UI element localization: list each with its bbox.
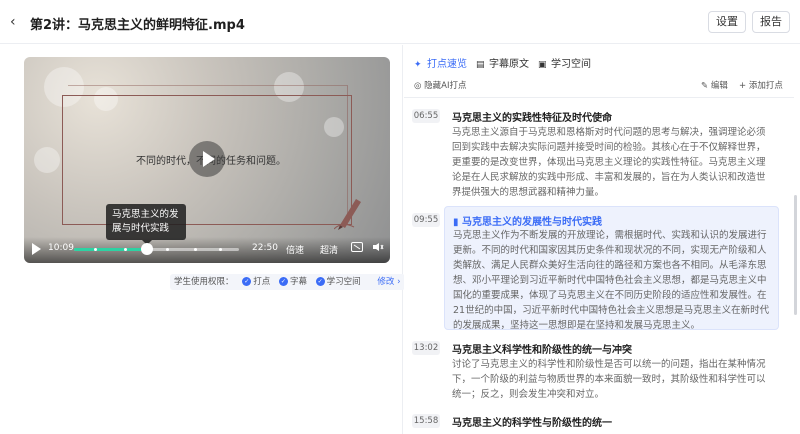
play-small-icon[interactable] bbox=[32, 243, 41, 255]
highlight-item[interactable]: 马克思主义的实践性特征及时代使命 马克思主义源自于马克思和恩格斯对时代问题的思考… bbox=[444, 109, 779, 198]
quality-button[interactable]: 超清 bbox=[320, 243, 338, 256]
highlight-title: 马克思主义科学性和阶级性的统一与冲突 bbox=[452, 345, 632, 356]
video-bokeh bbox=[34, 147, 60, 173]
chapter-tooltip: 马克思主义的发展与时代实践 bbox=[106, 204, 186, 245]
tab-label: 打点速览 bbox=[427, 59, 467, 70]
modify-label: 修改 bbox=[377, 277, 395, 287]
action-bar: ◎ 隐藏AI打点 ✎ 编辑 + 添加打点 bbox=[404, 75, 800, 93]
duration: 22:50 bbox=[252, 243, 278, 253]
settings-button[interactable]: 设置 bbox=[708, 11, 746, 33]
speed-button[interactable]: 倍速 bbox=[286, 243, 304, 256]
tab-study-space[interactable]: ▣ 学习空间 bbox=[538, 55, 591, 70]
play-icon[interactable] bbox=[189, 141, 225, 177]
highlight-item[interactable]: 马克思主义科学性和阶级性的统一与冲突 讨论了马克思主义的科学性和阶级性是否可以统… bbox=[444, 341, 779, 401]
tab-subtitles[interactable]: ▤ 字幕原文 bbox=[476, 55, 529, 70]
progress-track[interactable] bbox=[74, 243, 239, 255]
divider bbox=[404, 97, 794, 98]
scrollbar[interactable] bbox=[794, 195, 797, 315]
chapter-marker[interactable] bbox=[219, 248, 222, 251]
chapter-marker[interactable] bbox=[94, 248, 97, 251]
audio-bars-icon: ▮ bbox=[453, 217, 459, 228]
book-icon: ▣ bbox=[538, 60, 547, 70]
video-controls: 10:09 22:50 倍速 超清 bbox=[24, 237, 390, 263]
permission-label: 学习空间 bbox=[326, 277, 361, 287]
volume-icon[interactable] bbox=[372, 242, 386, 254]
subtitle-toggle-icon[interactable] bbox=[351, 242, 365, 254]
check-icon: ✓ bbox=[278, 277, 288, 286]
tab-highlights[interactable]: ✦ 打点速览 bbox=[414, 55, 467, 70]
student-permissions-bar: 学生使用权限： ✓ 打点 ✓ 字幕 ✓ 学习空间 修改 › bbox=[170, 274, 405, 290]
report-button[interactable]: 报告 bbox=[752, 11, 790, 33]
permission-item: ✓ 打点 bbox=[242, 274, 270, 290]
highlight-body: 马克思主义作为不断发展的开放理论，需根据时代、实践和认识的发展进行更新。不同的时… bbox=[453, 230, 770, 331]
highlight-body: 讨论了马克思主义的科学性和阶级性是否可以统一的问题，指出在某种情况下，一个阶级的… bbox=[452, 359, 766, 400]
edit-icon: ✎ bbox=[701, 81, 709, 91]
chapter-marker[interactable] bbox=[166, 248, 169, 251]
hide-ai-label: 隐藏AI打点 bbox=[424, 81, 467, 91]
sparkle-icon: ✦ bbox=[414, 60, 422, 70]
permission-item: ✓ 字幕 bbox=[278, 274, 307, 290]
timestamp-badge[interactable]: 15:58 bbox=[412, 414, 440, 428]
current-time: 10:09 bbox=[48, 243, 74, 253]
eye-off-icon: ◎ bbox=[414, 81, 422, 91]
timestamp-badge[interactable]: 06:55 bbox=[412, 109, 440, 123]
tab-label: 学习空间 bbox=[551, 59, 591, 70]
edit-button[interactable]: ✎ 编辑 bbox=[701, 79, 728, 91]
check-icon: ✓ bbox=[315, 277, 325, 286]
video-player[interactable]: 不同的时代，不同的任务和问题。 马克思主义的发展与时代实践 10:09 22:5… bbox=[24, 57, 390, 263]
progress-fill bbox=[74, 248, 147, 251]
highlight-title: 马克思主义的科学性与阶级性的统一 bbox=[452, 418, 612, 429]
timestamp-badge[interactable]: 13:02 bbox=[412, 341, 440, 355]
permissions-label: 学生使用权限： bbox=[174, 277, 234, 287]
highlight-item-active[interactable]: ▮ 马克思主义的发展性与时代实践 马克思主义作为不断发展的开放理论，需根据时代、… bbox=[444, 206, 779, 331]
check-icon: ✓ bbox=[242, 277, 252, 286]
highlight-list: 06:55 马克思主义的实践性特征及时代使命 马克思主义源自于马克思和恩格斯对时… bbox=[404, 101, 800, 434]
highlight-title: 马克思主义的实践性特征及时代使命 bbox=[452, 113, 612, 124]
progress-thumb[interactable] bbox=[140, 243, 153, 255]
permission-label: 打点 bbox=[253, 277, 271, 287]
tab-label: 字幕原文 bbox=[489, 59, 529, 70]
modify-permissions-link[interactable]: 修改 › bbox=[377, 274, 400, 290]
highlight-title: ▮ 马克思主义的发展性与时代实践 bbox=[453, 213, 602, 228]
back-chevron-icon[interactable]: ‹ bbox=[10, 13, 26, 31]
timestamp-badge[interactable]: 09:55 bbox=[412, 213, 440, 227]
video-pane: 不同的时代，不同的任务和问题。 马克思主义的发展与时代实践 10:09 22:5… bbox=[0, 45, 405, 434]
page-title: 第2讲：马克思主义的鲜明特征.mp4 bbox=[30, 18, 245, 33]
tab-bar: ✦ 打点速览 ▤ 字幕原文 ▣ 学习空间 bbox=[404, 45, 800, 73]
highlight-body: 马克思主义源自于马克思和恩格斯对时代问题的思考与解决，强调理论必须回到实践中去解… bbox=[452, 127, 766, 198]
notes-pane: ✦ 打点速览 ▤ 字幕原文 ▣ 学习空间 ◎ 隐藏AI打点 ✎ 编辑 + 添加打点 0… bbox=[404, 45, 800, 434]
chapter-marker[interactable] bbox=[194, 248, 197, 251]
hide-ai-toggle[interactable]: ◎ 隐藏AI打点 bbox=[414, 79, 466, 91]
top-bar: ‹ 第2讲：马克思主义的鲜明特征.mp4 设置 报告 bbox=[0, 0, 800, 44]
subtitle-icon: ▤ bbox=[476, 60, 485, 70]
permission-label: 字幕 bbox=[289, 277, 307, 287]
highlight-title-text: 马克思主义的发展性与时代实践 bbox=[462, 217, 602, 228]
add-highlight-button[interactable]: + 添加打点 bbox=[739, 79, 783, 91]
permission-item: ✓ 学习空间 bbox=[315, 274, 361, 290]
pen-icon bbox=[334, 199, 361, 230]
highlight-item[interactable]: 马克思主义的科学性与阶级性的统一 bbox=[444, 414, 779, 434]
chapter-marker[interactable] bbox=[124, 248, 127, 251]
edit-label: 编辑 bbox=[710, 81, 728, 91]
